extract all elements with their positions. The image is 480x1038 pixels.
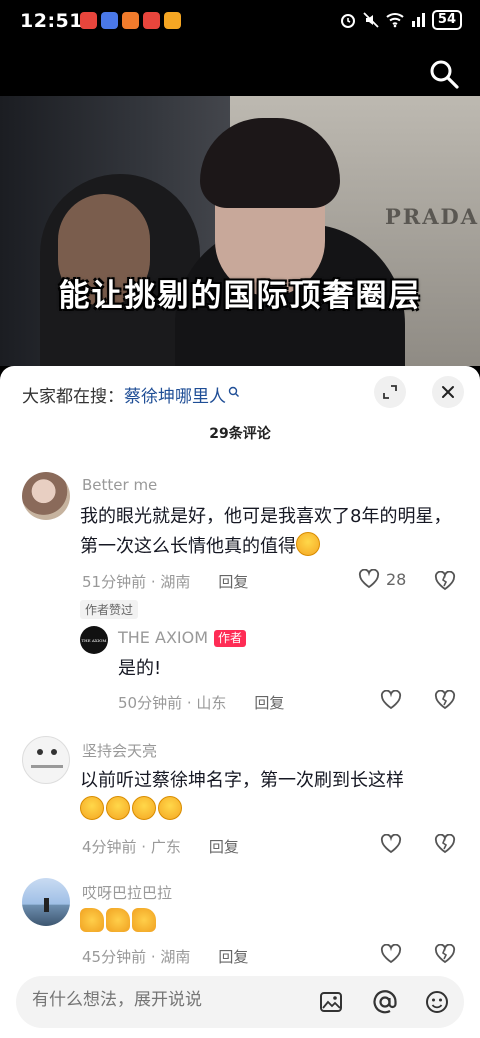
like-button[interactable]: 28 — [358, 569, 406, 589]
emoji-icon[interactable] — [424, 989, 450, 1015]
avatar-eye — [51, 749, 57, 755]
avatar-logo: THE AXIOM — [81, 637, 107, 643]
mention-icon[interactable] — [372, 989, 398, 1015]
avatar[interactable] — [22, 736, 70, 784]
comment-content: 是的! — [118, 658, 162, 679]
reply-button[interactable]: 回复 — [218, 946, 248, 967]
close-icon — [442, 386, 454, 398]
grinning-emoji-icon — [132, 796, 156, 820]
comment-username[interactable]: Better me — [82, 476, 157, 494]
like-count: 28 — [386, 569, 407, 589]
comment-content: 以前听过蔡徐坤名字，第一次刷到长这样 — [80, 766, 460, 826]
image-icon[interactable] — [318, 989, 344, 1015]
comment-username[interactable]: THE AXIOM 作者 — [118, 628, 247, 647]
avatar-eye — [37, 749, 43, 755]
heart-icon[interactable] — [380, 834, 402, 854]
grinning-emoji-icon — [158, 796, 182, 820]
grinning-emoji-icon — [80, 796, 104, 820]
reply-button[interactable]: 回复 — [218, 571, 248, 592]
search-small-icon — [228, 386, 239, 397]
video-sign-text: PRADA — [385, 204, 480, 229]
comment-meta: 45分钟前 · 湖南 回复 — [82, 946, 248, 967]
comment-username[interactable]: 哎呀巴拉巴拉 — [82, 882, 172, 903]
status-bar: 12:51 54 — [0, 0, 480, 44]
author-tag: 作者 — [214, 630, 247, 647]
system-icons: 54 — [340, 10, 462, 30]
dislike-icon[interactable] — [434, 571, 456, 591]
notification-app-icon — [80, 12, 97, 29]
thumbs-up-emoji-icon — [106, 908, 130, 932]
comment-time-location: 4分钟前 · 广东 — [82, 838, 181, 856]
status-time: 12:51 — [20, 10, 83, 32]
signal-icon — [411, 13, 425, 27]
heart-icon[interactable] — [380, 944, 402, 964]
avatar-figure — [44, 898, 49, 912]
avatar-text-line — [31, 765, 63, 768]
comment-input[interactable] — [32, 990, 292, 1010]
comment-time-location: 51分钟前 · 湖南 — [82, 573, 191, 591]
dislike-icon[interactable] — [434, 944, 456, 964]
comment-meta: 50分钟前 · 山东 回复 — [118, 692, 284, 713]
comment-meta: 51分钟前 · 湖南 回复 — [82, 571, 248, 592]
battery-level: 54 — [431, 10, 462, 30]
wifi-icon — [386, 13, 404, 28]
search-suggestion: 大家都在搜：蔡徐坤哪里人 — [22, 382, 240, 407]
reply-button[interactable]: 回复 — [209, 836, 239, 857]
avatar[interactable] — [22, 472, 70, 520]
reply-button[interactable]: 回复 — [254, 692, 284, 713]
comment-text: 以前听过蔡徐坤名字，第一次刷到长这样 — [80, 770, 404, 791]
expand-button[interactable] — [374, 376, 406, 408]
dislike-icon[interactable] — [434, 690, 456, 710]
notification-app-icon — [101, 12, 118, 29]
alarm-icon — [340, 14, 355, 28]
reply-username-text: THE AXIOM — [118, 628, 209, 647]
weibo-icon — [164, 12, 181, 29]
mute-icon — [363, 12, 379, 28]
comment-time-location: 50分钟前 · 山东 — [118, 694, 227, 712]
comment-meta: 4分钟前 · 广东 回复 — [82, 836, 239, 857]
heart-icon — [358, 569, 380, 589]
thumbs-up-emoji-icon — [132, 908, 156, 932]
avatar[interactable]: THE AXIOM — [80, 626, 108, 654]
comment-content: 我的眼光就是好，他可是我喜欢了8年的明星，第一次这么长情他真的值得 — [80, 502, 460, 562]
comment-content — [80, 908, 158, 938]
comment-input-bar[interactable] — [16, 976, 464, 1028]
search-suggestion-link[interactable]: 蔡徐坤哪里人 — [124, 386, 240, 407]
heart-icon[interactable] — [380, 690, 402, 710]
expand-icon — [383, 385, 397, 399]
notification-icons — [80, 12, 181, 29]
comment-text: 我的眼光就是好，他可是我喜欢了8年的明星，第一次这么长情他真的值得 — [80, 506, 452, 557]
video-player[interactable]: PRADA 能让挑剔的国际顶奢圈层 — [0, 44, 480, 366]
search-suggestion-prefix: 大家都在搜： — [22, 387, 124, 407]
avatar[interactable] — [22, 878, 70, 926]
notification-app-icon — [143, 12, 160, 29]
laughing-emoji-icon — [296, 532, 320, 556]
sheet-header: 大家都在搜：蔡徐坤哪里人 — [0, 366, 480, 418]
dislike-icon[interactable] — [434, 834, 456, 854]
grinning-emoji-icon — [106, 796, 130, 820]
weibo-icon — [122, 12, 139, 29]
comment-sheet: 大家都在搜：蔡徐坤哪里人 29条评论 Better me 我的眼光就是好，他可是… — [0, 366, 480, 1038]
video-top-bar — [0, 44, 480, 96]
search-suggestion-term: 蔡徐坤哪里人 — [124, 387, 226, 407]
thumbs-up-emoji-icon — [80, 908, 104, 932]
video-caption: 能让挑剔的国际顶奢圈层 — [58, 278, 422, 314]
comment-username[interactable]: 坚持会天亮 — [82, 740, 157, 761]
search-icon[interactable] — [428, 58, 460, 90]
author-liked-badge: 作者赞过 — [80, 600, 139, 619]
comment-count: 29条评论 — [209, 426, 271, 442]
close-button[interactable] — [432, 376, 464, 408]
comment-time-location: 45分钟前 · 湖南 — [82, 948, 191, 966]
